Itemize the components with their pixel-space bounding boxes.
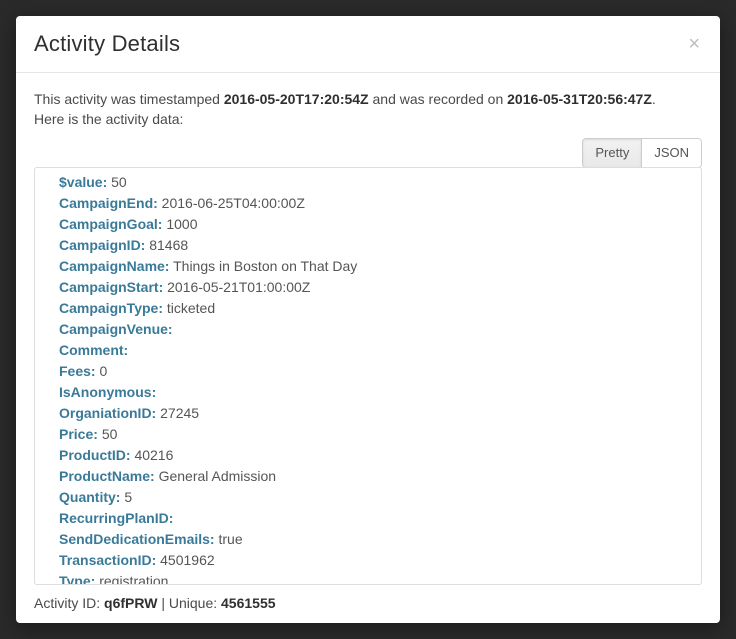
kv-key: CampaignGoal:: [59, 216, 162, 232]
unique-label: Unique:: [169, 595, 221, 611]
activity-id-value: q6fPRW: [104, 595, 157, 611]
kv-value: Things in Boston on That Day: [173, 258, 357, 274]
activity-details-modal: Activity Details × This activity was tim…: [16, 16, 720, 623]
kv-row: IsAnonymous:: [59, 382, 689, 403]
kv-row: Price: 50: [59, 424, 689, 445]
intro-prefix: This activity was timestamped: [34, 91, 224, 107]
kv-key: Quantity:: [59, 489, 120, 505]
kv-key: CampaignName:: [59, 258, 169, 274]
kv-key: OrganiationID:: [59, 405, 156, 421]
kv-key: ProductID:: [59, 447, 131, 463]
intro-recorded: 2016-05-31T20:56:47Z: [507, 91, 652, 107]
kv-row: CampaignGoal: 1000: [59, 214, 689, 235]
kv-key: CampaignVenue:: [59, 321, 173, 337]
kv-value: 1000: [166, 216, 197, 232]
kv-value: true: [218, 531, 242, 547]
kv-row: ProductID: 40216: [59, 445, 689, 466]
kv-key: CampaignEnd:: [59, 195, 158, 211]
intro-text: This activity was timestamped 2016-05-20…: [34, 89, 702, 130]
kv-row: TransactionID: 4501962: [59, 550, 689, 571]
kv-value: 4501962: [160, 552, 215, 568]
kv-row: CampaignEnd: 2016-06-25T04:00:00Z: [59, 193, 689, 214]
kv-key: Price:: [59, 426, 98, 442]
kv-value: 2016-05-21T01:00:00Z: [167, 279, 310, 295]
unique-value: 4561555: [221, 595, 276, 611]
activity-id-label: Activity ID:: [34, 595, 104, 611]
kv-value: 0: [99, 363, 107, 379]
kv-value: 50: [102, 426, 118, 442]
kv-key: SendDedicationEmails:: [59, 531, 215, 547]
close-icon[interactable]: ×: [686, 34, 702, 54]
kv-key: IsAnonymous:: [59, 384, 156, 400]
kv-row: OrganiationID: 27245: [59, 403, 689, 424]
kv-row: Comment:: [59, 340, 689, 361]
intro-suffix: .: [652, 91, 656, 107]
kv-key: CampaignStart:: [59, 279, 163, 295]
intro-line2: Here is the activity data:: [34, 111, 183, 127]
kv-key: $value:: [59, 174, 107, 190]
kv-key: Comment:: [59, 342, 128, 358]
modal-header: Activity Details ×: [16, 16, 720, 73]
kv-row: Type: registration: [59, 571, 689, 584]
kv-value: 50: [111, 174, 127, 190]
kv-value: 81468: [149, 237, 188, 253]
kv-key: ProductName:: [59, 468, 155, 484]
kv-value: ticketed: [167, 300, 215, 316]
kv-row: Quantity: 5: [59, 487, 689, 508]
modal-backdrop: Activity Details × This activity was tim…: [0, 0, 736, 639]
kv-row: CampaignName: Things in Boston on That D…: [59, 256, 689, 277]
kv-key: CampaignID:: [59, 237, 145, 253]
intro-timestamp: 2016-05-20T17:20:54Z: [224, 91, 369, 107]
json-toggle-button[interactable]: JSON: [641, 139, 701, 167]
activity-data-panel: $value: 50CampaignEnd: 2016-06-25T04:00:…: [34, 167, 702, 585]
view-toggle-row: Pretty JSON: [34, 138, 702, 168]
modal-footer: Activity ID: q6fPRW | Unique: 4561555: [16, 585, 720, 623]
modal-body: This activity was timestamped 2016-05-20…: [16, 73, 720, 585]
kv-value: 27245: [160, 405, 199, 421]
kv-row: CampaignStart: 2016-05-21T01:00:00Z: [59, 277, 689, 298]
kv-value: 40216: [134, 447, 173, 463]
kv-value: General Admission: [159, 468, 277, 484]
kv-row: CampaignType: ticketed: [59, 298, 689, 319]
kv-row: SendDedicationEmails: true: [59, 529, 689, 550]
modal-title: Activity Details: [34, 31, 180, 57]
intro-mid: and was recorded on: [369, 91, 508, 107]
kv-row: ProductName: General Admission: [59, 466, 689, 487]
kv-key: RecurringPlanID:: [59, 510, 173, 526]
kv-value: registration: [99, 573, 168, 584]
kv-key: Type:: [59, 573, 95, 584]
kv-row: RecurringPlanID:: [59, 508, 689, 529]
footer-sep: |: [157, 595, 168, 611]
kv-key: CampaignType:: [59, 300, 163, 316]
kv-row: Fees: 0: [59, 361, 689, 382]
kv-key: TransactionID:: [59, 552, 156, 568]
kv-row: $value: 50: [59, 172, 689, 193]
kv-key: Fees:: [59, 363, 96, 379]
view-toggle-group: Pretty JSON: [582, 138, 702, 168]
activity-data-scroll[interactable]: $value: 50CampaignEnd: 2016-06-25T04:00:…: [35, 168, 701, 584]
kv-value: 5: [124, 489, 132, 505]
kv-row: CampaignID: 81468: [59, 235, 689, 256]
pretty-toggle-button[interactable]: Pretty: [583, 139, 641, 167]
kv-value: 2016-06-25T04:00:00Z: [162, 195, 305, 211]
kv-row: CampaignVenue:: [59, 319, 689, 340]
